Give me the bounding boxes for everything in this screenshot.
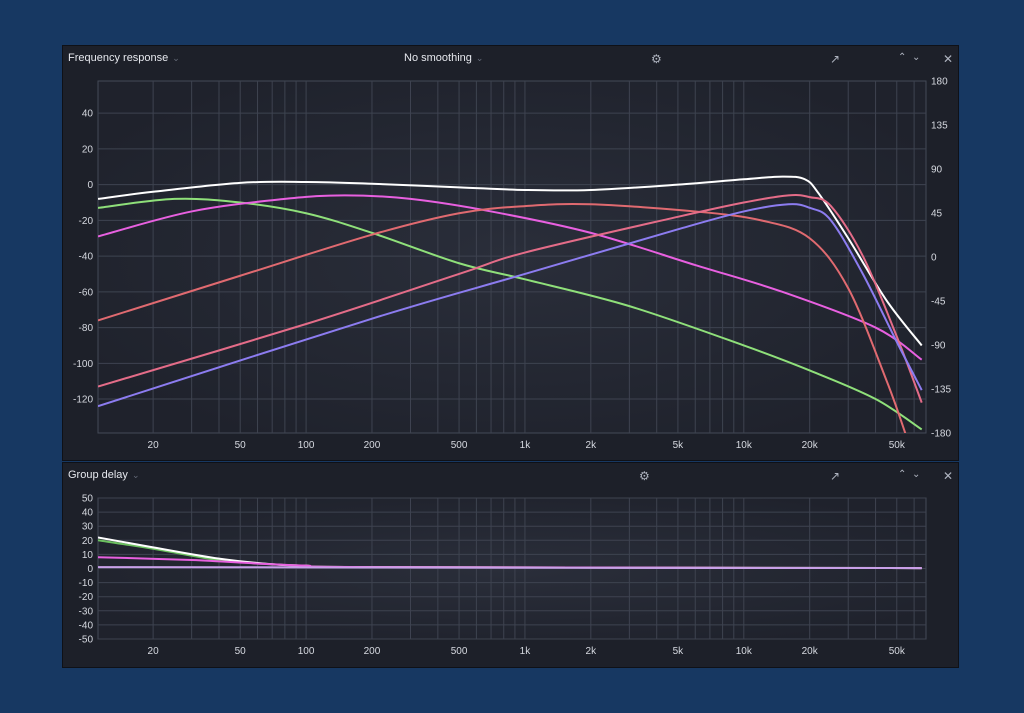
y2-tick-label: 135 [931,121,948,132]
x-tick-label: 500 [451,440,468,451]
y-tick-label: -60 [79,287,94,298]
y2-tick-label: 0 [931,253,937,264]
group-delay-chart: 20 50 100 200 500 1k 2k 5k 10k 20k 50k50403020100-… [79,494,927,657]
y-tick-label: -20 [79,216,94,227]
y2-tick-label: -135 [931,385,951,396]
y2-tick-label: -180 [931,429,951,440]
x-tick-label: 10k [736,440,753,451]
x-tick-label: 200 [364,440,381,451]
y-tick-label: -40 [79,252,94,263]
x-tick-label: 2k [586,440,598,451]
y-tick-label: 40 [82,508,94,519]
y-tick-label: -120 [73,395,93,406]
x-tick-label: 50 [235,646,247,657]
x-tick-label: 1k [520,646,532,657]
x-tick-label: 20k [802,440,819,451]
x-tick-label: 50k [889,440,906,451]
y-tick-label: 30 [82,522,94,533]
y-tick-label: -20 [79,592,94,603]
frequency-response-panel: Frequency response ⌄ No smoothing ⌄ ⚙ ↗ ⌃ … [62,45,959,461]
y-tick-label: 0 [87,180,93,191]
y-tick-label: 20 [82,536,94,547]
x-tick-label: 200 [364,646,381,657]
y-tick-label: -40 [79,620,94,631]
frequency-response-chart: 20 50 100 200 500 1k 2k 5k 10k 20k 50k40200-20-40-… [73,77,951,452]
y-tick-label: -30 [79,606,94,617]
x-tick-label: 5k [673,646,685,657]
y-tick-label: -80 [79,323,94,334]
y-tick-label: 40 [82,109,94,120]
y2-tick-label: 180 [931,77,948,88]
y-tick-label: 50 [82,494,94,505]
x-tick-label: 500 [451,646,468,657]
x-tick-label: 2k [586,646,598,657]
y-tick-label: 0 [87,564,93,575]
x-tick-label: 100 [298,646,315,657]
y-tick-label: -50 [79,635,94,646]
y-tick-label: -10 [79,578,94,589]
y-tick-label: 10 [82,550,94,561]
x-tick-label: 5k [673,440,685,451]
x-tick-label: 1k [520,440,532,451]
y2-tick-label: 90 [931,165,943,176]
series-line-lavender [98,566,922,570]
x-tick-label: 100 [298,440,315,451]
x-tick-label: 20k [802,646,819,657]
y2-tick-label: 45 [931,209,943,220]
x-tick-label: 20 [148,646,160,657]
y-tick-label: 20 [82,144,94,155]
x-tick-label: 20 [148,440,160,451]
y2-tick-label: -45 [931,297,946,308]
x-tick-label: 10k [736,646,753,657]
y-tick-label: -100 [73,359,93,370]
group-delay-panel: Group delay ⌄ ⚙ ↗ ⌃ ⌄ ✕ 20 50 100 200 500 1k 2k… [62,462,959,668]
x-tick-label: 50k [889,646,906,657]
y2-tick-label: -90 [931,341,946,352]
x-tick-label: 50 [235,440,247,451]
